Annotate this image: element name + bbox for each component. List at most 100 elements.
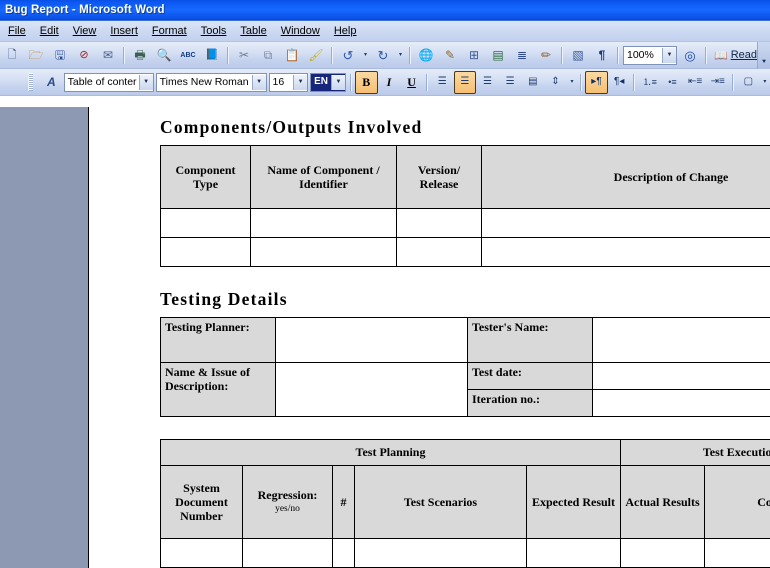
permission-icon[interactable]: ⊘ <box>72 44 96 67</box>
menu-item-insert[interactable]: Insert <box>103 23 145 39</box>
paste-icon[interactable]: 📋 <box>280 44 304 67</box>
toolbar-options-icon[interactable]: ⯆ <box>757 42 770 69</box>
menu-item-file[interactable]: File <box>1 23 33 39</box>
redo-dropdown-icon[interactable]: ▾ <box>395 44 406 67</box>
line-spacing-dropdown-icon[interactable]: ▾ <box>567 71 577 94</box>
chevron-down-icon[interactable]: ▼ <box>662 47 676 63</box>
print-icon[interactable]: 🖶 <box>128 44 152 67</box>
copy-icon[interactable]: ⧉ <box>256 44 280 67</box>
cell-name-issue-description-value[interactable] <box>275 362 468 417</box>
menu-item-window[interactable]: Window <box>274 23 327 39</box>
redo-icon[interactable]: ↻ <box>371 44 395 67</box>
chevron-down-icon[interactable]: ▼ <box>138 74 153 90</box>
toolbar-drag-handle[interactable] <box>28 73 33 91</box>
underline-button[interactable]: U <box>400 71 423 94</box>
cell-testers-name-value[interactable] <box>592 317 770 363</box>
menu-item-table[interactable]: Table <box>233 23 273 39</box>
cell[interactable] <box>481 237 770 267</box>
font-size-combobox[interactable]: 16 ▼ <box>268 72 309 92</box>
research-icon[interactable]: 📘 <box>200 44 224 67</box>
ltr-text-direction-button[interactable]: ▸¶ <box>585 70 608 94</box>
testing-details-table: Testing Planner: Tester's Name: Name & I… <box>160 317 770 417</box>
chevron-down-icon[interactable]: ▼ <box>251 74 266 90</box>
menu-item-format[interactable]: Format <box>145 23 194 39</box>
cell[interactable] <box>396 208 482 238</box>
document-map-icon[interactable]: ▧ <box>566 44 590 67</box>
numbering-button[interactable]: ⒈≡ <box>638 71 661 94</box>
document-map-pane[interactable] <box>0 107 89 568</box>
language-combobox[interactable]: EN ▼ <box>310 72 346 92</box>
insert-hyperlink-icon[interactable]: 🌐 <box>414 44 438 67</box>
zoom-combobox[interactable]: 100% ▼ <box>623 45 677 65</box>
format-painter-icon[interactable]: 🖌 <box>304 44 328 67</box>
line-spacing-button[interactable]: ⇕ <box>544 71 567 94</box>
chevron-down-icon[interactable]: ▼ <box>331 74 345 90</box>
menu-item-tools[interactable]: Tools <box>194 23 234 39</box>
insert-grid-table-icon[interactable]: ⊞ <box>462 44 486 67</box>
menu-item-view-label: View <box>72 25 97 37</box>
distributed-button[interactable]: ▤ <box>521 71 544 94</box>
cell[interactable] <box>620 538 706 568</box>
undo-dropdown-icon[interactable]: ▾ <box>360 44 371 67</box>
table-row[interactable]: Testing Planner: Tester's Name: <box>160 317 770 363</box>
cell[interactable] <box>242 538 333 568</box>
table-row[interactable] <box>160 208 770 238</box>
help-icon[interactable]: ◎ <box>678 44 702 67</box>
cell[interactable] <box>332 538 355 568</box>
cell[interactable] <box>354 538 527 568</box>
cell-test-date-value[interactable] <box>592 362 770 390</box>
cell[interactable] <box>250 208 397 238</box>
cell[interactable] <box>160 237 251 267</box>
bold-button[interactable]: B <box>354 70 378 94</box>
read-button[interactable]: 📖 Read <box>710 45 761 65</box>
menu-item-help[interactable]: Help <box>327 23 364 39</box>
table-row[interactable]: Name & Issue of Description: Test date: <box>160 362 770 417</box>
table-row[interactable] <box>160 237 770 267</box>
email-icon[interactable]: ✉ <box>96 44 120 67</box>
toolbar-separator <box>123 46 125 64</box>
cell[interactable] <box>250 237 397 267</box>
columns-icon[interactable]: ≣ <box>510 44 534 67</box>
align-left-button[interactable]: ☰ <box>431 71 454 94</box>
menu-item-edit[interactable]: Edit <box>33 23 66 39</box>
bullets-button[interactable]: •≡ <box>661 71 684 94</box>
print-preview-icon[interactable]: 🔍 <box>152 44 176 67</box>
style-combobox[interactable]: Table of conter ▼ <box>63 72 154 92</box>
spelling-check-icon[interactable]: ABC <box>176 44 200 67</box>
document-area[interactable]: Components/Outputs Involved Component Ty… <box>89 107 770 568</box>
save-icon[interactable]: 🖫 <box>48 44 72 67</box>
menu-item-help-label: Help <box>333 25 357 37</box>
cell[interactable] <box>525 538 622 568</box>
italic-button[interactable]: I <box>378 71 401 94</box>
borders-button[interactable]: ▢ <box>737 71 760 94</box>
cell[interactable] <box>160 538 243 568</box>
font-combobox[interactable]: Times New Roman ▼ <box>155 72 267 92</box>
chevron-down-icon[interactable]: ▼ <box>293 74 308 90</box>
header-comment: Comment <box>704 465 770 539</box>
menu-item-view[interactable]: View <box>66 23 104 39</box>
cell-iteration-no-value[interactable] <box>592 389 770 417</box>
increase-indent-button[interactable]: ⇥≡ <box>706 71 729 94</box>
styles-and-formatting-icon[interactable]: A <box>40 71 63 94</box>
align-right-button[interactable]: ☰ <box>476 71 499 94</box>
cell-testing-planner-value[interactable] <box>275 317 468 363</box>
cell[interactable] <box>160 208 251 238</box>
cut-icon[interactable]: ✂ <box>232 44 256 67</box>
table-row[interactable] <box>160 538 770 568</box>
undo-icon[interactable]: ↺ <box>336 44 360 67</box>
open-folder-icon[interactable]: 🗁 <box>24 44 48 67</box>
insert-excel-worksheet-icon[interactable]: ▤ <box>486 44 510 67</box>
align-center-button[interactable]: ☰ <box>453 70 477 94</box>
show-formatting-marks-icon[interactable]: ¶ <box>590 44 614 67</box>
rtl-text-direction-button[interactable]: ¶◂ <box>608 71 631 94</box>
new-document-icon[interactable]: 🗋 <box>0 44 24 67</box>
header-number: # <box>332 465 355 539</box>
insert-table-icon[interactable]: ✎ <box>438 44 462 67</box>
drawing-icon[interactable]: ✏ <box>534 44 558 67</box>
decrease-indent-button[interactable]: ⇤≡ <box>684 71 707 94</box>
borders-dropdown-icon[interactable]: ▾ <box>760 71 770 94</box>
cell[interactable] <box>396 237 482 267</box>
justify-button[interactable]: ☰ <box>499 71 522 94</box>
cell[interactable] <box>704 538 770 568</box>
cell[interactable] <box>481 208 770 238</box>
